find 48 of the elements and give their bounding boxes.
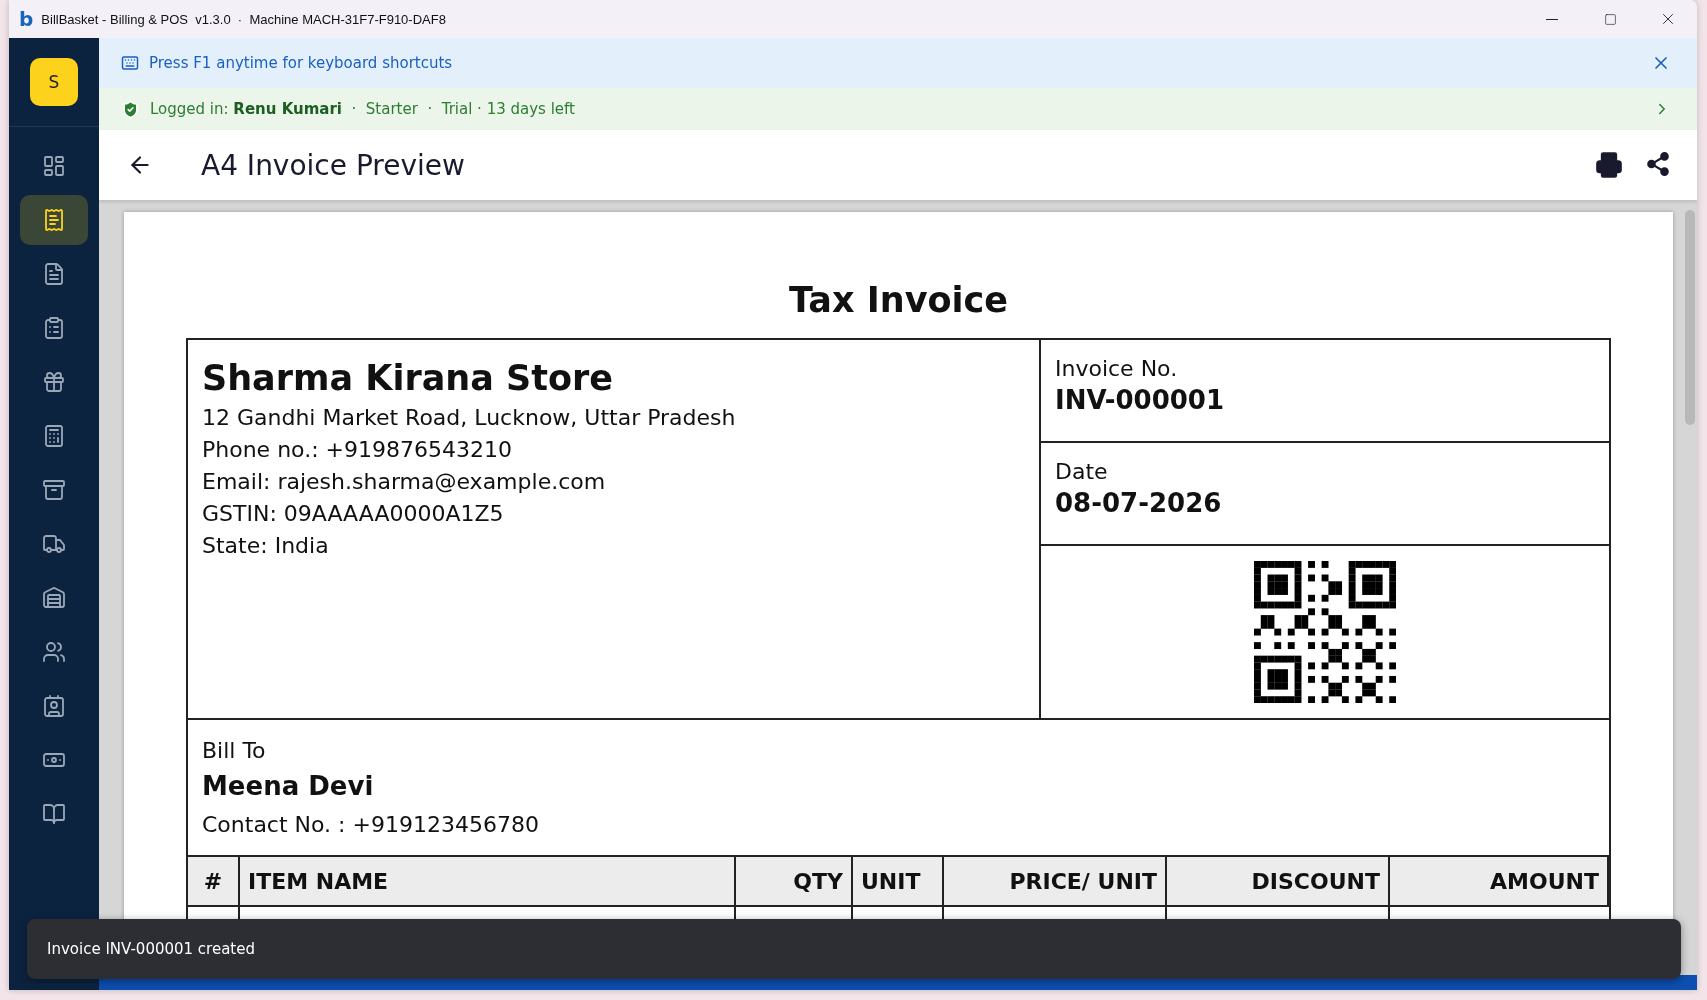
truck-icon [42, 532, 66, 556]
page-title: A4 Invoice Preview [201, 148, 465, 182]
field-label: Date [1055, 459, 1109, 484]
shortcut-hint: Press F1 anytime for keyboard shortcuts [149, 54, 453, 72]
customer-name: Meena Devi [202, 771, 375, 801]
scrollbar[interactable] [1685, 210, 1695, 425]
column-header: # [188, 857, 240, 907]
store-detail: GSTIN: 09AAAAA0000A1Z5 [202, 500, 505, 528]
column-header: ITEM NAME [240, 857, 736, 907]
column-header: QTY [736, 857, 853, 907]
gift-icon [42, 370, 66, 394]
invoice-title: Tax Invoice [788, 280, 1009, 320]
receipt-icon [42, 208, 66, 232]
bill-to-label: Bill To [202, 738, 267, 763]
sidebar-item[interactable] [20, 195, 88, 245]
clipboard-icon [42, 316, 66, 340]
toast-message: Invoice INV-000001 created [27, 919, 1681, 979]
column-header: DISCOUNT [1167, 857, 1390, 907]
dashboard-icon [42, 154, 66, 178]
warehouse-icon [42, 586, 66, 610]
contact-card-icon [42, 694, 66, 718]
field-value: INV-000001 [1055, 385, 1225, 415]
login-status: Logged in: Renu Kumari · Starter · Trial · 13 days left [150, 100, 575, 118]
store-name: Sharma Kirana Store [202, 358, 614, 398]
field-value: 08-07-2026 [1055, 488, 1223, 518]
avatar[interactable]: S [30, 58, 78, 106]
archive-icon [42, 478, 66, 502]
document-icon [42, 262, 66, 286]
store-detail: State: India [202, 532, 330, 560]
customer-contact: Contact No. : +919123456780 [202, 811, 540, 839]
book-icon [42, 802, 66, 826]
app-logo: b [19, 9, 34, 29]
column-header: UNIT [853, 857, 944, 907]
column-header: PRICE/ UNIT [944, 857, 1167, 907]
window-title: BillBasket - Billing & POS v1.3.0 · Machine MACH-31F7-F910-DAF8 [41, 11, 446, 27]
calculator-icon [42, 424, 66, 448]
shield-check-icon [121, 99, 140, 119]
share-icon [1645, 151, 1671, 177]
users-icon [42, 640, 66, 664]
column-header: AMOUNT [1390, 857, 1609, 907]
store-detail: 12 Gandhi Market Road, Lucknow, Uttar Pradesh [202, 404, 737, 432]
keyboard-icon [121, 54, 139, 72]
store-detail: Email: rajesh.sharma@example.com [202, 468, 607, 496]
store-detail: Phone no.: +919876543210 [202, 436, 513, 464]
maximize-icon [1603, 12, 1617, 26]
field-label: Invoice No. [1055, 356, 1179, 381]
minimize-icon [1546, 18, 1558, 20]
printer-icon [1595, 151, 1623, 179]
